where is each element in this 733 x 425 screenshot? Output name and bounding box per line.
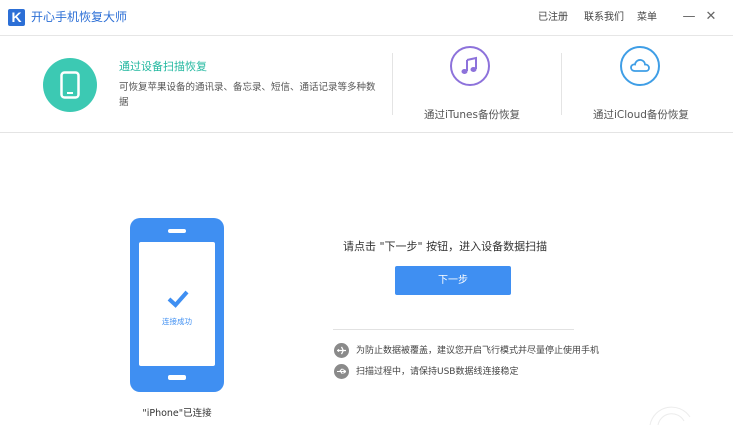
usb-icon <box>334 364 349 379</box>
mode-device-scan-description: 可恢复苹果设备的通讯录、备忘录、短信、通话记录等多种数据 <box>119 82 376 108</box>
app-logo: K <box>8 9 25 26</box>
mode-divider <box>392 53 393 115</box>
close-button[interactable]: ✕ <box>703 8 719 26</box>
recovery-mode-bar: 通过设备扫描恢复 可恢复苹果设备的通讯录、备忘录、短信、通话记录等多种数据 通过… <box>0 37 733 133</box>
menu-button[interactable]: 菜单 <box>637 11 657 25</box>
airplane-mode-tip: 为防止数据被覆盖，建议您开启飞行模式并尽量停止使用手机 <box>356 346 600 356</box>
phone-icon <box>43 58 97 112</box>
connection-status: 连接成功 <box>162 317 192 326</box>
scan-prompt: 请点击 "下一步" 按钮，进入设备数据扫描 <box>343 240 548 253</box>
mode-itunes-backup-label: 通过iTunes备份恢复 <box>424 109 520 121</box>
minimize-button[interactable]: — <box>681 8 697 26</box>
mode-icloud-backup-label: 通过iCloud备份恢复 <box>593 109 689 121</box>
registered-link[interactable]: 已注册 <box>538 11 568 25</box>
cloud-icon <box>620 46 660 86</box>
checkmark-icon <box>167 290 189 308</box>
device-connected-label: "iPhone"已连接 <box>142 408 212 419</box>
app-title: 开心手机恢复大师 <box>31 10 128 24</box>
mode-device-scan-title: 通过设备扫描恢复 <box>119 60 207 73</box>
title-bar: K 开心手机恢复大师 已注册 联系我们 菜单 — ✕ <box>0 0 733 36</box>
device-phone-illustration: 连接成功 <box>130 218 224 392</box>
contact-us-link[interactable]: 联系我们 <box>584 11 624 25</box>
usb-connection-tip: 扫描过程中，请保持USB数据线连接稳定 <box>356 367 519 377</box>
next-step-button[interactable]: 下一步 <box>395 266 511 295</box>
phone-home-button <box>168 375 186 380</box>
tips-divider <box>333 329 574 330</box>
phone-screen: 连接成功 <box>139 242 215 366</box>
music-note-icon <box>450 46 490 86</box>
phone-speaker <box>168 229 186 233</box>
mode-divider <box>561 53 562 115</box>
decorative-arc <box>649 406 691 425</box>
airplane-icon <box>334 343 349 358</box>
